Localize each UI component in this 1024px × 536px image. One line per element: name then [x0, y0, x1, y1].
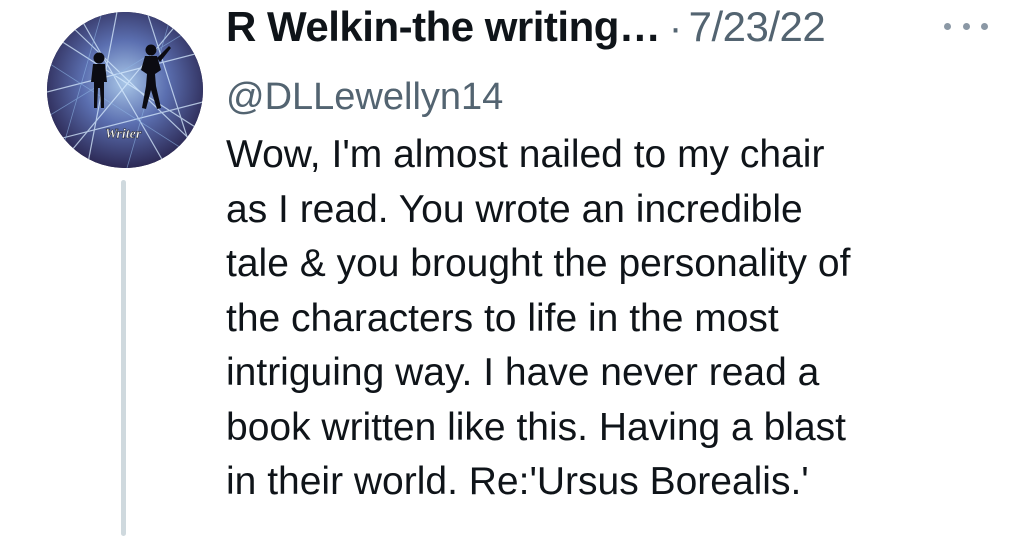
tweet-body-line: Wow, I'm almost nailed to my chair [226, 133, 825, 176]
more-dot [981, 22, 988, 30]
more-dot [944, 22, 951, 30]
thread-line [121, 180, 126, 536]
tweet-body-line: intriguing way. I have never read a [226, 351, 820, 394]
tweet-date[interactable]: 7/23/22 [689, 3, 826, 50]
more-horizontal-icon[interactable] [944, 16, 988, 36]
tweet-body-line: as I read. You wrote an incredible [226, 187, 803, 231]
tweet-body: Wow, I'm almost nailed to my chair as I … [226, 128, 986, 510]
separator-dot: · [668, 6, 683, 50]
tweet-body-line: tale & you brought the personality of [226, 242, 851, 285]
avatar[interactable]: Writer [47, 12, 203, 168]
avatar-image: Writer [47, 12, 203, 168]
tweet-body-line: book written like this. Having a blast [226, 405, 846, 449]
avatar-badge-text: Writer [105, 127, 142, 142]
display-name[interactable]: R Welkin-the writing… [226, 3, 661, 50]
tweet-body-line: the characters to life in the most [226, 296, 779, 340]
tweet-header: R Welkin-the writing… · 7/23/22 [226, 3, 826, 50]
more-dot [962, 22, 970, 30]
tweet-body-line: in their world. Re:'Ursus Borealis.' [226, 460, 809, 503]
tweet[interactable]: Writer R Welkin-the writing… · 7/23/22 @… [0, 0, 1024, 536]
user-handle[interactable]: @DLLewellyn14 [226, 78, 503, 116]
